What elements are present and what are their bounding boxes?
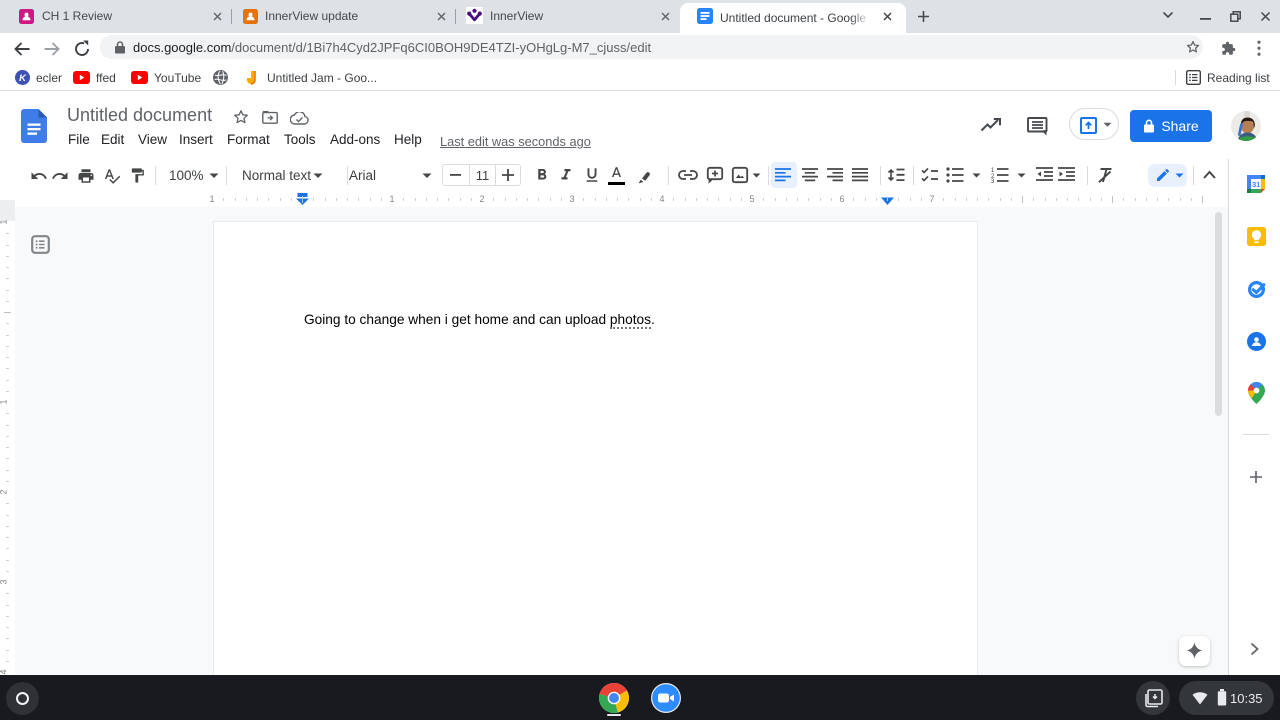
svg-text:3: 3 xyxy=(991,179,995,183)
svg-text:31: 31 xyxy=(1252,180,1260,189)
svg-text:K: K xyxy=(19,73,27,84)
